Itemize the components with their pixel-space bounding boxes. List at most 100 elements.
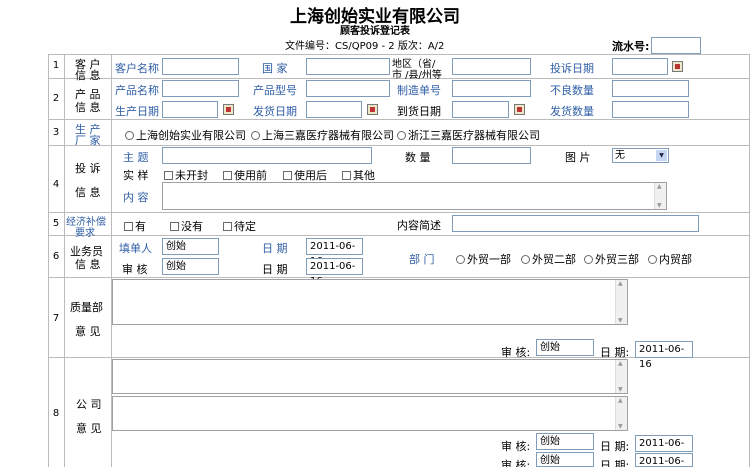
summary-input[interactable] [452, 215, 699, 232]
calendar-icon[interactable] [223, 104, 234, 115]
grid-line [48, 277, 750, 278]
scrollbar[interactable] [615, 397, 627, 430]
row-number: 5 [52, 218, 60, 229]
date-input[interactable]: 2011-06-16 [635, 453, 693, 467]
customer-name-label: 客户名称 [115, 62, 159, 75]
ship-date-label: 发货日期 [253, 105, 297, 118]
product-name-label: 产品名称 [115, 84, 159, 97]
scrollbar[interactable] [615, 280, 627, 324]
radio-icon [648, 255, 657, 264]
country-input[interactable] [306, 58, 390, 75]
reviewer-input[interactable]: 创始 [162, 258, 219, 275]
review-label: 审 核: [501, 440, 531, 453]
prod-date-label: 生产日期 [115, 105, 159, 118]
picture-select[interactable]: 无 ▼ [612, 148, 669, 163]
dept-option-3[interactable]: 外贸三部 [584, 251, 639, 267]
form-title: 顾客投诉登记表 [340, 26, 410, 37]
checkbox-icon [223, 171, 232, 180]
mfg-batch-input[interactable] [452, 80, 531, 97]
row-label: 投 诉 [75, 162, 101, 175]
filler-input[interactable]: 创始 [162, 238, 219, 255]
row-label: 信 息 [75, 258, 101, 271]
company-opinion-textarea-2[interactable] [112, 396, 628, 431]
serial-input[interactable] [651, 37, 701, 54]
content-textarea[interactable] [162, 182, 667, 210]
row-number: 7 [52, 313, 60, 324]
country-label: 国 家 [262, 62, 288, 75]
review-input[interactable]: 创始 [536, 452, 594, 467]
review-label: 审 核: [501, 459, 531, 467]
dept-option-4[interactable]: 内贸部 [648, 251, 692, 267]
row-label: 信 息 [75, 69, 101, 82]
sample-option-4[interactable]: 其他 [342, 167, 375, 183]
subject-input[interactable] [162, 147, 372, 164]
sample-option-3[interactable]: 使用后 [283, 167, 327, 183]
defect-qty-label: 不良数量 [550, 84, 594, 97]
region-input[interactable] [452, 58, 531, 75]
radio-icon [125, 131, 134, 140]
calendar-icon[interactable] [672, 61, 683, 72]
radio-icon [584, 255, 593, 264]
ship-qty-input[interactable] [612, 101, 689, 118]
quantity-input[interactable] [452, 147, 531, 164]
row-label: 信 息 [75, 101, 101, 114]
date-input[interactable]: 2011-06-16 [306, 258, 363, 287]
customer-name-input[interactable] [162, 58, 239, 75]
sample-option-1[interactable]: 未开封 [164, 167, 208, 183]
product-name-input[interactable] [162, 80, 239, 97]
date-input[interactable]: 2011-06-16 [635, 341, 693, 370]
row-number: 2 [52, 93, 60, 104]
date-label: 日 期: [600, 440, 630, 453]
picture-label: 图 片 [565, 151, 591, 164]
row-label: 要求 [75, 228, 95, 239]
arrival-date-label: 到货日期 [397, 105, 441, 118]
scrollbar[interactable] [654, 183, 666, 209]
review-input[interactable]: 创始 [536, 339, 594, 356]
date-input[interactable]: 2011-06-16 [306, 238, 363, 267]
quality-opinion-textarea[interactable] [112, 279, 628, 325]
filler-label: 填单人 [119, 242, 152, 255]
compensation-option-3[interactable]: 待定 [223, 218, 256, 234]
ship-date-input[interactable] [306, 101, 362, 118]
row-label: 意 见 [76, 422, 102, 435]
complaint-date-input[interactable] [612, 58, 668, 75]
scrollbar[interactable] [615, 360, 627, 393]
complaint-form: 上海创始实业有限公司 顾客投诉登记表 文件编号：CS/QP09 - 2 版次：A… [0, 0, 750, 467]
compensation-option-1[interactable]: 有 [124, 218, 146, 234]
mfg-batch-label: 制造单号 [397, 84, 441, 97]
checkbox-icon [223, 222, 232, 231]
row-number: 6 [52, 251, 60, 262]
row-label: 意 见 [75, 325, 101, 338]
arrival-date-input[interactable] [452, 101, 509, 118]
calendar-icon[interactable] [514, 104, 525, 115]
prod-date-input[interactable] [162, 101, 218, 118]
checkbox-icon [342, 171, 351, 180]
product-model-input[interactable] [306, 80, 390, 97]
date-input[interactable]: 2011-06-16 [635, 435, 693, 464]
compensation-option-2[interactable]: 没有 [170, 218, 203, 234]
ship-qty-label: 发货数量 [550, 105, 594, 118]
sample-option-2[interactable]: 使用前 [223, 167, 267, 183]
sample-label: 实 样 [123, 169, 149, 182]
calendar-icon[interactable] [367, 104, 378, 115]
doc-number: 文件编号：CS/QP09 - 2 版次：A/2 [285, 41, 445, 52]
row-label: 质量部 [70, 301, 103, 314]
content-label: 内 容 [123, 191, 149, 204]
row-label: 厂 家 [75, 134, 101, 147]
manufacturer-option-2[interactable]: 上海三嘉医疗器械有限公司 [251, 127, 394, 143]
dept-label: 部 门 [409, 253, 435, 266]
company-opinion-textarea[interactable] [112, 359, 628, 394]
serial-label: 流水号: [612, 40, 650, 53]
dept-option-1[interactable]: 外贸一部 [456, 251, 511, 267]
quantity-label: 数 量 [405, 151, 431, 164]
manufacturer-option-3[interactable]: 浙江三嘉医疗器械有限公司 [397, 127, 540, 143]
manufacturer-option-1[interactable]: 上海创始实业有限公司 [125, 127, 246, 143]
date-label: 日 期: [600, 459, 630, 467]
review-label: 审 核: [501, 346, 531, 359]
defect-qty-input[interactable] [612, 80, 689, 97]
date-label: 日 期 [262, 242, 288, 255]
dept-option-2[interactable]: 外贸二部 [521, 251, 576, 267]
product-model-label: 产品型号 [253, 84, 297, 97]
summary-label: 内容简述 [397, 219, 441, 232]
review-input[interactable]: 创始 [536, 433, 594, 450]
